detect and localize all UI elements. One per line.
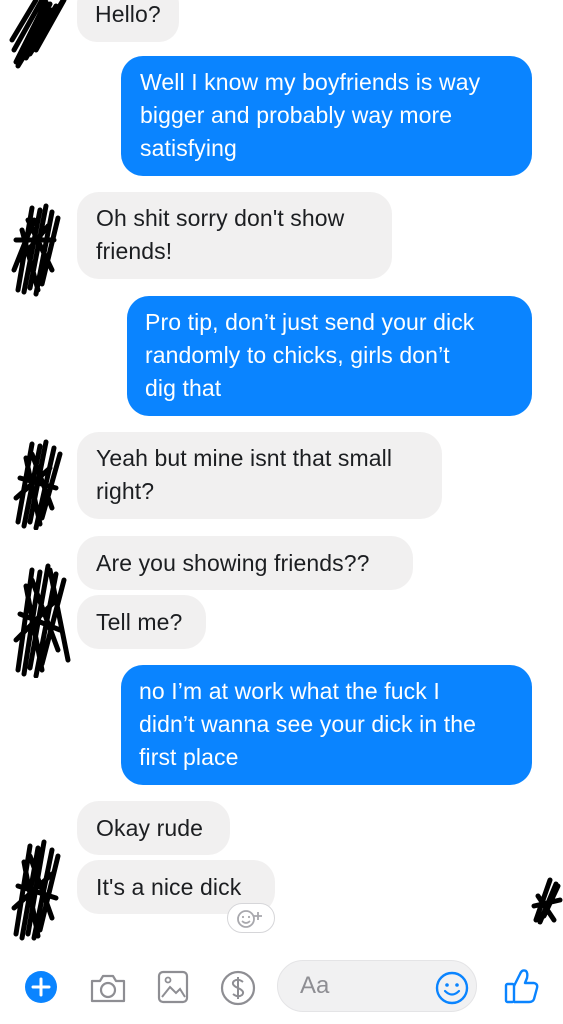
message-input-placeholder: Aa (300, 972, 330, 999)
add-reaction-button[interactable] (227, 903, 275, 933)
gallery-icon[interactable] (156, 969, 190, 1005)
message-incoming[interactable]: Okay rude (77, 801, 230, 855)
message-outgoing[interactable]: no I’m at work what the fuck I didn’t wa… (121, 665, 532, 785)
message-outgoing[interactable]: Well I know my boyfriends is way bigger … (121, 56, 532, 176)
message-incoming[interactable]: Are you showing friends?? (77, 536, 413, 590)
thumbs-up-icon[interactable] (502, 966, 540, 1006)
emoji-icon[interactable] (434, 970, 470, 1006)
redacted-avatar-4 (13, 563, 71, 678)
redacted-avatar-3 (13, 439, 63, 530)
message-incoming[interactable]: Hello? (77, 0, 179, 42)
add-icon[interactable] (24, 970, 58, 1004)
redacted-avatar-1 (9, 0, 67, 69)
message-incoming[interactable]: Yeah but mine isnt that small right? (77, 432, 442, 519)
message-outgoing[interactable]: Pro tip, don’t just send your dick rando… (127, 296, 532, 416)
camera-icon[interactable] (89, 972, 127, 1004)
redacted-avatar-2 (11, 203, 61, 297)
message-incoming[interactable]: Tell me? (77, 595, 206, 649)
redacted-read-receipt (531, 877, 563, 925)
message-incoming[interactable]: Oh shit sorry don't show friends! (77, 192, 392, 279)
payment-icon[interactable] (220, 970, 256, 1006)
emoji-reaction-icon (237, 910, 262, 928)
redacted-avatar-5 (11, 839, 61, 941)
